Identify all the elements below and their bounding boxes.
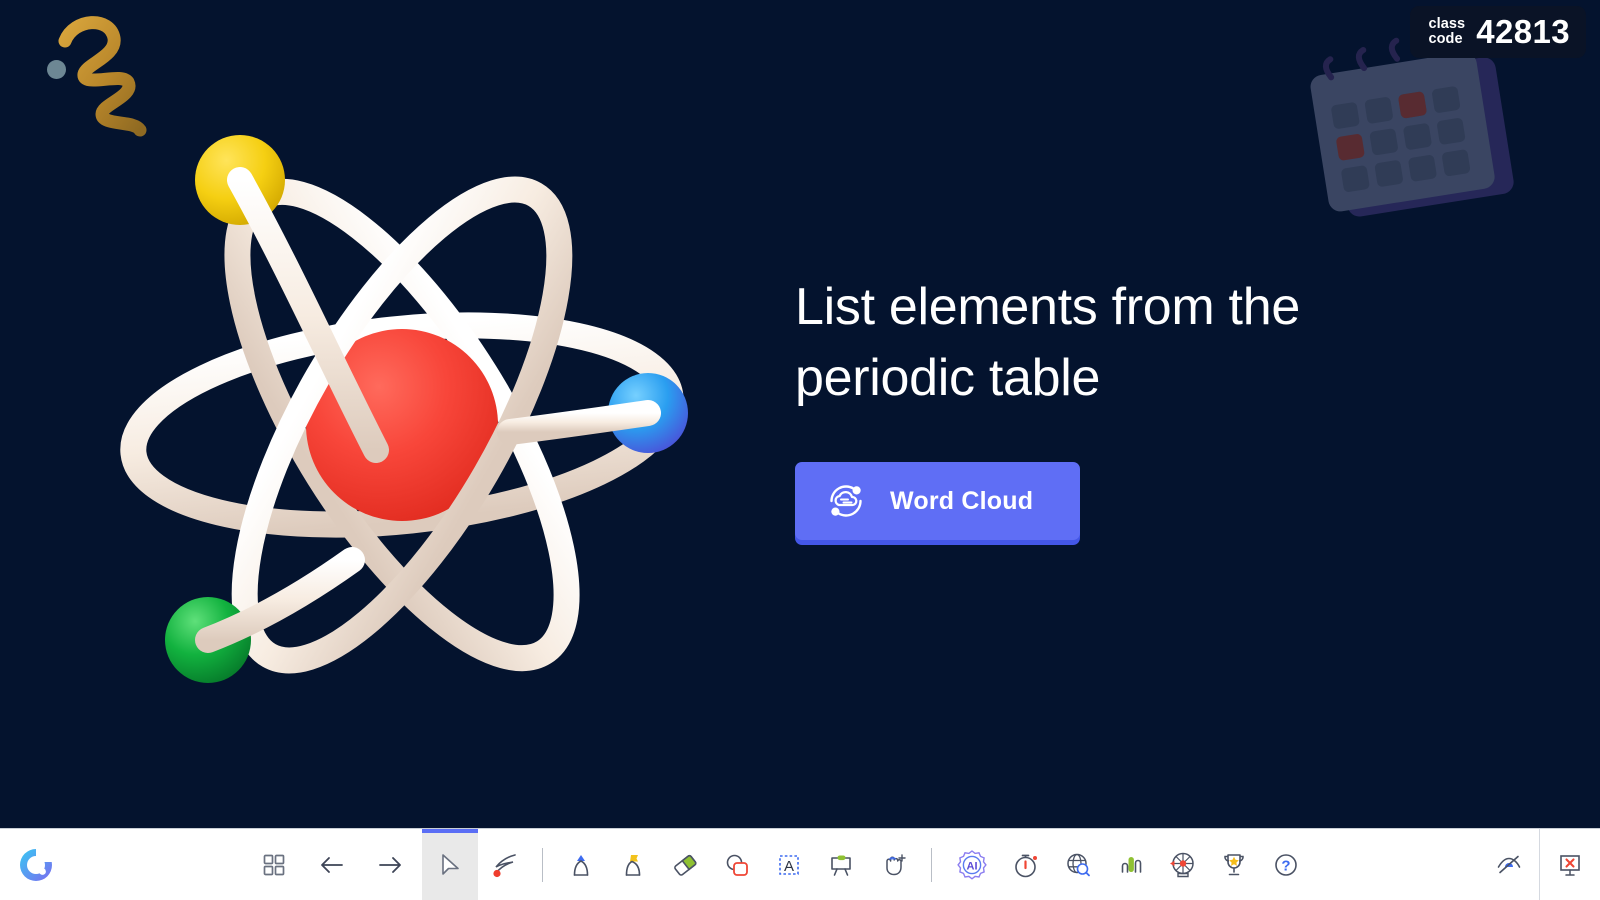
highlighter-icon xyxy=(625,854,641,876)
ai-icon: AI xyxy=(957,849,987,880)
browser-globe-icon xyxy=(1067,853,1090,876)
atom-3d-illustration xyxy=(120,135,688,683)
class-code-label-line2: code xyxy=(1428,31,1463,47)
hide-toolbar-button[interactable] xyxy=(1479,829,1539,900)
laser-pointer-icon xyxy=(493,853,516,877)
classpoint-c-logo xyxy=(20,848,53,881)
word-cloud-icon xyxy=(830,485,862,517)
svg-text:A: A xyxy=(784,858,794,875)
toolbar-left-spacer xyxy=(72,829,248,900)
shapes-icon xyxy=(726,854,748,876)
slide-content: List elements from the periodic table Wo… xyxy=(795,272,1455,540)
eraser-tool-button[interactable] xyxy=(659,829,711,900)
timer-button[interactable] xyxy=(1000,829,1052,900)
help-button[interactable]: ? xyxy=(1260,829,1312,900)
word-cloud-button[interactable]: Word Cloud xyxy=(795,462,1080,540)
leaderboard-button[interactable] xyxy=(1208,829,1260,900)
class-code-label: class code xyxy=(1428,17,1465,47)
text-box-button[interactable]: A xyxy=(763,829,815,900)
ai-assistant-button[interactable]: AI xyxy=(944,829,1000,900)
grid-icon xyxy=(263,854,285,875)
dot-doodle xyxy=(47,60,66,79)
classpoint-logo[interactable] xyxy=(0,829,72,900)
embedded-browser-button[interactable] xyxy=(1052,829,1104,900)
quick-poll-button[interactable] xyxy=(1104,829,1156,900)
exit-slideshow-icon xyxy=(1560,854,1580,876)
text-box-icon: A xyxy=(779,854,799,875)
calendar-3d-illustration xyxy=(1310,35,1514,217)
cta-wrapper: Word Cloud xyxy=(795,462,1455,540)
arrow-right-icon xyxy=(379,856,401,873)
whiteboard-icon xyxy=(831,855,851,876)
slide-grid-button[interactable] xyxy=(248,829,300,900)
toolbar-divider-1 xyxy=(542,847,543,882)
class-code-label-line1: class xyxy=(1428,16,1466,32)
bar-chart-icon xyxy=(1121,856,1142,873)
eraser-icon xyxy=(674,854,697,876)
question-mark-icon: ? xyxy=(1275,853,1297,876)
whiteboard-button[interactable] xyxy=(815,829,867,900)
toolbar-divider-2 xyxy=(931,847,932,882)
drag-tool-button[interactable] xyxy=(867,829,919,900)
laser-pointer-button[interactable] xyxy=(478,829,530,900)
pen-tool-button[interactable] xyxy=(555,829,607,900)
classpoint-toolbar: A AI ? xyxy=(0,828,1600,900)
highlighter-tool-button[interactable] xyxy=(607,829,659,900)
trophy-icon xyxy=(1224,853,1244,875)
next-slide-button[interactable] xyxy=(364,829,416,900)
toolbar-tail xyxy=(1479,829,1600,900)
class-code-badge[interactable]: class code 42813 xyxy=(1410,6,1586,58)
drag-hand-icon xyxy=(886,853,906,875)
slide-title: List elements from the periodic table xyxy=(795,278,1300,407)
shapes-tool-button[interactable] xyxy=(711,829,763,900)
arrow-left-icon xyxy=(321,856,343,873)
svg-text:AI: AI xyxy=(967,860,978,872)
previous-slide-button[interactable] xyxy=(306,829,358,900)
class-code-value: 42813 xyxy=(1476,13,1570,50)
name-picker-button[interactable] xyxy=(1156,829,1208,900)
eye-slash-icon xyxy=(1497,855,1521,873)
select-tool-button[interactable] xyxy=(422,829,478,900)
cursor-icon xyxy=(442,853,459,875)
word-cloud-button-label: Word Cloud xyxy=(890,486,1034,515)
timer-icon xyxy=(1015,854,1037,877)
exit-presentation-button[interactable] xyxy=(1540,829,1600,900)
svg-text:?: ? xyxy=(1281,857,1290,874)
picker-wheel-icon xyxy=(1170,852,1194,877)
toolbar-right-spacer xyxy=(1312,829,1479,900)
pen-icon xyxy=(573,854,589,876)
presentation-slide: class code 42813 List elements from the … xyxy=(0,0,1600,828)
